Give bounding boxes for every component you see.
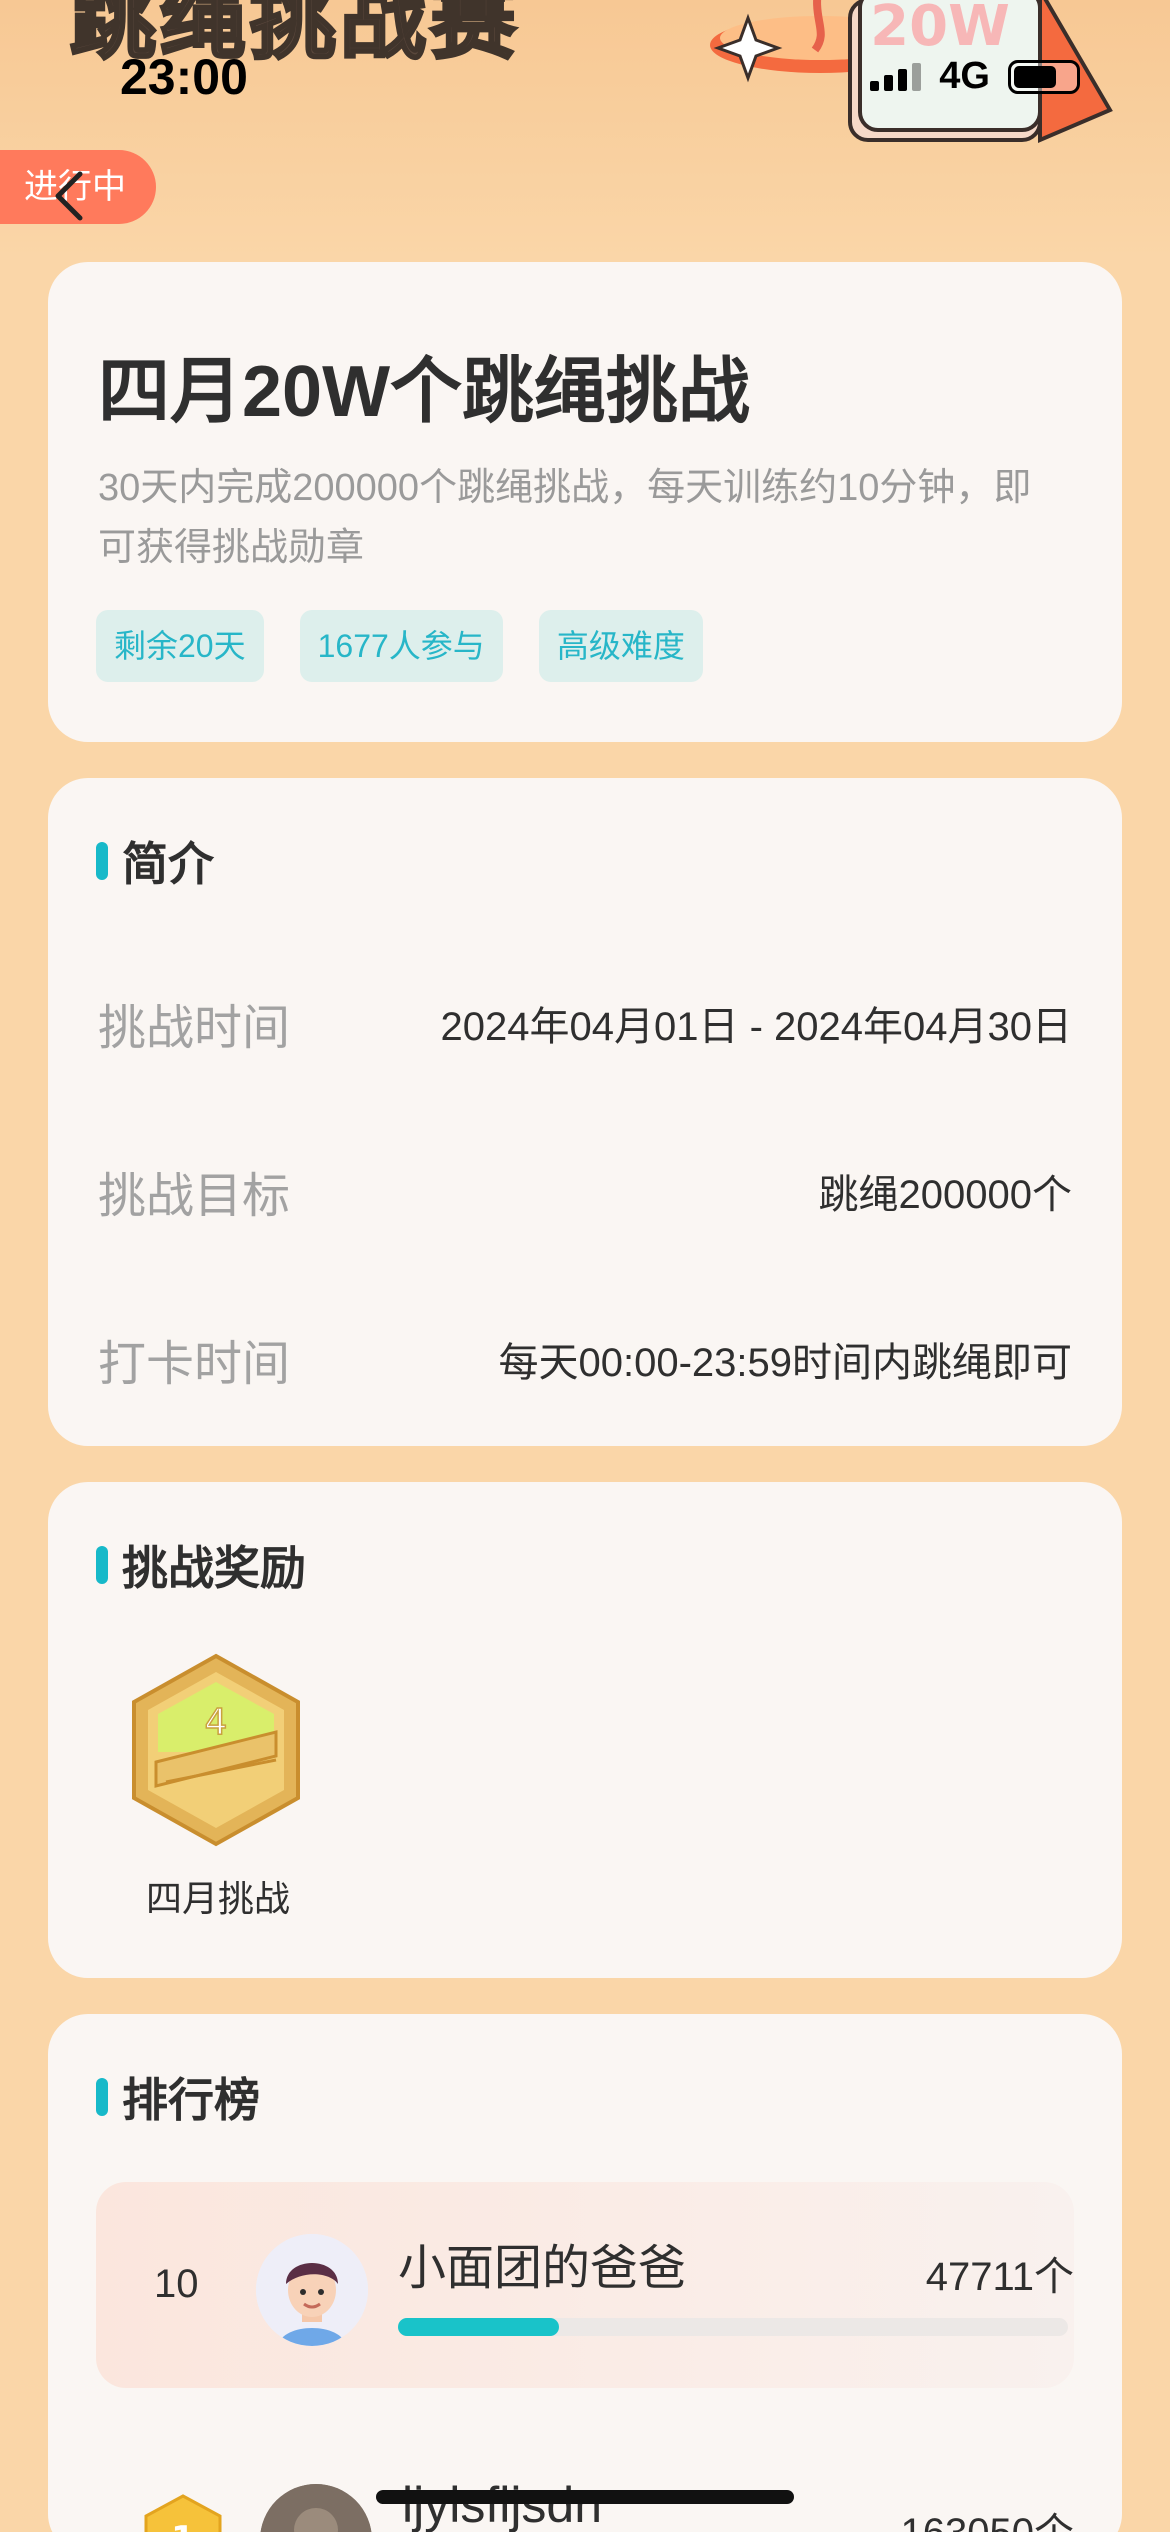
section-accent-bar: [96, 2078, 108, 2116]
gold-rank-medal-icon: 1: [144, 2494, 222, 2532]
home-indicator[interactable]: [376, 2490, 794, 2504]
leaderboard-title: 排行榜: [122, 2074, 260, 2126]
gold-rank-number: 1: [171, 2519, 195, 2532]
intro-card: 简介 挑战时间 2024年04月01日 - 2024年04月30日 挑战目标 跳…: [48, 778, 1122, 1446]
signal-icon: [870, 62, 922, 91]
cartoon-avatar-icon: [256, 2234, 368, 2346]
challenge-description: 30天内完成200000个跳绳挑战，每天训练约10分钟，即可获得挑战勋章: [98, 467, 1032, 569]
challenge-tags: 剩余20天 1677人参与 高级难度: [96, 610, 703, 682]
tag-participants: 1677人参与: [299, 610, 503, 682]
rank-progress-fill: [398, 2318, 559, 2336]
info-label: 挑战时间: [98, 1002, 291, 1055]
rank-user-name: ljylsfljsdn: [402, 2477, 603, 2532]
medal-number: 4: [205, 1702, 228, 1743]
intro-title: 简介: [122, 838, 214, 890]
info-value: 每天00:00-23:59时间内跳绳即可: [498, 1341, 1072, 1385]
info-row-goal: 挑战目标 跳绳200000个: [98, 1156, 1072, 1226]
rank-jump-count-text: 47711个: [925, 2255, 1074, 2299]
rank-progress-bar: [398, 2318, 1068, 2336]
battery-icon: [1008, 59, 1080, 94]
status-time: 23:00: [120, 49, 248, 105]
back-icon[interactable]: [48, 168, 92, 224]
calendar-text: 20W: [870, 0, 1010, 59]
rank-jump-count: 163050个: [901, 2500, 1074, 2532]
rank-jump-count: 47711个: [926, 2244, 1074, 2302]
avatar: [260, 2484, 372, 2532]
tag-days-left: 剩余20天: [96, 610, 264, 682]
medal-label: 四月挑战: [145, 1878, 290, 1919]
section-header: 排行榜: [96, 2064, 260, 2130]
my-rank-row[interactable]: 10 小面团的爸爸 47711个: [96, 2182, 1074, 2388]
header-banner: 跳绳挑战赛 20W 23:00 4G 进行中: [0, 0, 1170, 260]
info-label: 打卡时间: [98, 1338, 291, 1391]
tag-difficulty: 高级难度: [538, 610, 703, 682]
section-accent-bar: [96, 842, 108, 880]
info-row-time: 挑战时间 2024年04月01日 - 2024年04月30日: [98, 988, 1072, 1058]
status-indicators: 4G: [870, 55, 1080, 98]
rewards-card: 挑战奖励 4 四月挑战: [48, 1482, 1122, 1978]
rank-number: 10: [154, 2262, 199, 2306]
section-accent-bar: [96, 1546, 108, 1584]
network-type: 4G: [939, 55, 990, 97]
challenge-title: 四月20W个跳绳挑战: [98, 352, 751, 432]
leaderboard-card: 排行榜 10 小面团的爸爸 47711个 1: [48, 2014, 1122, 2532]
hexagon-medal-icon[interactable]: 4: [126, 1652, 306, 1848]
section-header: 挑战奖励: [96, 1532, 306, 1598]
photo-avatar-icon: [260, 2484, 372, 2532]
challenge-overview-card: 四月20W个跳绳挑战 30天内完成200000个跳绳挑战，每天训练约10分钟，即…: [48, 262, 1122, 742]
info-value: 跳绳200000个: [818, 1173, 1072, 1217]
rewards-title: 挑战奖励: [122, 1542, 306, 1594]
rank-user-name: 小面团的爸爸: [398, 2242, 687, 2295]
avatar: [256, 2234, 368, 2346]
info-value: 2024年04月01日 - 2024年04月30日: [440, 1005, 1072, 1049]
section-header: 简介: [96, 828, 214, 894]
info-label: 挑战目标: [98, 1170, 291, 1223]
info-row-checkin: 打卡时间 每天00:00-23:59时间内跳绳即可: [98, 1324, 1072, 1394]
